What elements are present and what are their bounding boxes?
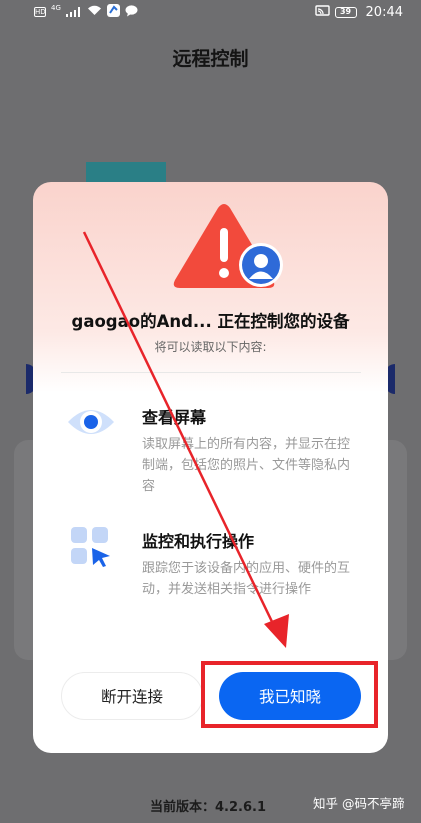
avatar [239,243,283,287]
permission-title-view-screen: 查看屏幕 [142,408,207,427]
wifi-icon [87,5,102,19]
dialog-title: gaogao的And... 正在控制您的设备 [71,312,350,331]
user-icon [242,246,280,284]
chat-icon [125,4,138,20]
permission-desc-view-screen: 读取屏幕上的所有内容，并显示在控制端，包括您的照片、文件等隐私内容 [142,437,351,494]
warning-graphic [169,202,284,292]
annotation-highlight-box [201,661,378,728]
status-bar: HD 4G 39 20:44 [0,0,421,24]
network-type-label: 4G [51,4,61,12]
divider [61,372,361,373]
hd-icon: HD [34,7,46,17]
battery-icon: 39 [334,6,357,18]
disconnect-button[interactable]: 断开连接 [61,672,203,720]
app-notification-icon [106,4,120,20]
status-time: 20:44 [365,4,403,20]
permission-title-monitor: 监控和执行操作 [142,532,255,551]
dialog-subtitle: 将可以读取以下内容: [154,340,267,354]
version-label: 当前版本：4.2.6.1 [150,800,266,815]
status-bar-left: HD 4G [34,4,138,20]
grid-pointer-icon [70,526,112,572]
permission-desc-monitor: 跟踪您于该设备内的应用、硬件的互动，并发送相关指令进行操作 [142,561,351,597]
watermark: 知乎 @码不亭蹄 [313,796,405,811]
background-banner [86,162,166,184]
signal-icon [65,7,82,17]
eye-icon [66,402,116,446]
app-title: 远程控制 [172,48,249,70]
cast-icon [314,5,330,19]
status-bar-right: 39 20:44 [314,4,403,20]
